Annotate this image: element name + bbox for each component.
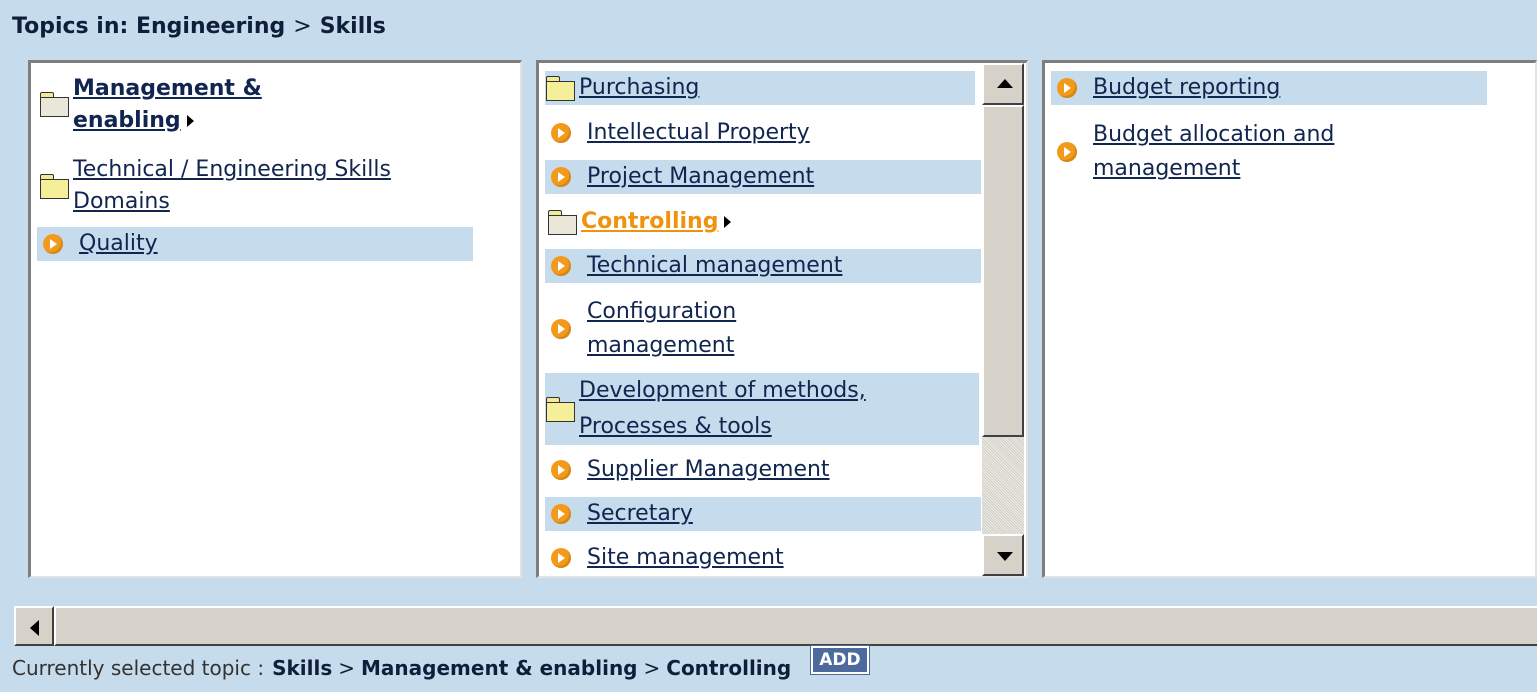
scroll-up-button[interactable] <box>982 63 1024 105</box>
arrow-circle-icon <box>551 460 571 480</box>
arrow-circle-icon <box>43 234 63 254</box>
path-skills: Skills <box>272 656 333 680</box>
topic-column-1[interactable]: Management & enabling Technical / Engine… <box>28 60 522 578</box>
topic-item-project-management[interactable]: Project Management <box>545 160 981 194</box>
topic-item-secretary[interactable]: Secretary <box>545 497 981 531</box>
footer-prefix: Currently selected topic : <box>12 656 265 680</box>
arrow-circle-icon <box>1057 78 1077 98</box>
folder-open-icon <box>547 209 577 235</box>
arrow-circle-icon <box>551 167 571 187</box>
topic-link-site-management[interactable]: Site management <box>587 541 784 575</box>
topic-link-management-enabling[interactable]: Management & enabling <box>73 76 262 133</box>
crumb-engineering: Engineering <box>135 14 286 39</box>
horizontal-scroll-thumb[interactable] <box>54 606 1537 646</box>
expand-caret-icon <box>186 115 194 127</box>
scroll-thumb[interactable] <box>982 105 1024 437</box>
arrow-circle-icon <box>551 256 571 276</box>
expand-caret-icon <box>724 216 732 228</box>
topic-item-intellectual-property[interactable]: Intellectual Property <box>547 116 977 150</box>
topic-column-2[interactable]: Purchasing Intellectual Property Project… <box>536 60 1028 578</box>
topic-link-purchasing[interactable]: Purchasing <box>579 71 699 105</box>
topic-column-3[interactable]: Budget reporting Budget allocation and m… <box>1042 60 1537 578</box>
selected-topic-footer: Currently selected topic : Skills > Manage… <box>12 645 870 682</box>
topic-item-budget-reporting[interactable]: Budget reporting <box>1051 71 1487 105</box>
arrow-up-icon <box>997 79 1013 88</box>
arrow-left-icon <box>30 620 39 636</box>
topic-link-intellectual-property[interactable]: Intellectual Property <box>587 116 810 150</box>
topic-link-budget-allocation[interactable]: Budget allocation and management <box>1093 122 1334 181</box>
topic-item-budget-allocation[interactable]: Budget allocation and management <box>1053 118 1493 186</box>
folder-icon <box>545 75 575 101</box>
arrow-circle-icon <box>551 548 571 568</box>
path-separator: > <box>338 656 356 680</box>
topic-link-secretary[interactable]: Secretary <box>587 497 693 531</box>
add-button[interactable]: ADD <box>810 645 870 675</box>
topic-link-controlling[interactable]: Controlling <box>581 205 718 239</box>
arrow-circle-icon <box>551 123 571 143</box>
topic-item-supplier-management[interactable]: Supplier Management <box>547 453 977 487</box>
folder-icon <box>39 173 69 199</box>
topic-item-technical-engineering[interactable]: Technical / Engineering Skills Domains <box>39 154 469 218</box>
topic-link-quality[interactable]: Quality <box>79 227 158 261</box>
arrow-circle-icon <box>551 319 571 339</box>
path-management-enabling: Management & enabling <box>361 656 638 680</box>
horizontal-scrollbar[interactable] <box>14 606 1537 646</box>
topic-link-technical-management[interactable]: Technical management <box>587 249 842 283</box>
vertical-scrollbar[interactable] <box>982 63 1024 576</box>
scroll-down-button[interactable] <box>982 534 1024 576</box>
path-separator: > <box>643 656 661 680</box>
breadcrumb-header: Topics in: Engineering > Skills <box>12 14 386 39</box>
topic-item-development-methods[interactable]: Development of methods, Processes & tool… <box>545 373 979 445</box>
topic-item-technical-management[interactable]: Technical management <box>545 249 981 283</box>
arrow-circle-icon <box>1057 142 1077 162</box>
topic-link-project-management[interactable]: Project Management <box>587 160 814 194</box>
scroll-left-button[interactable] <box>14 606 54 646</box>
selected-topic-path: Skills > Management & enabling > Controlling <box>272 656 791 680</box>
topic-link-development-methods[interactable]: Development of methods, Processes & tool… <box>579 378 866 439</box>
arrow-down-icon <box>997 552 1013 561</box>
topic-item-purchasing[interactable]: Purchasing <box>545 71 975 105</box>
crumb-skills: Skills <box>319 14 386 39</box>
topic-item-controlling[interactable]: Controlling <box>547 205 977 239</box>
topic-link-configuration-management[interactable]: Configuration management <box>587 299 736 358</box>
topic-item-configuration-management[interactable]: Configuration management <box>547 295 977 363</box>
topic-item-site-management[interactable]: Site management <box>547 541 977 575</box>
folder-open-icon <box>39 91 69 117</box>
topic-link-budget-reporting[interactable]: Budget reporting <box>1093 71 1280 105</box>
topic-item-quality[interactable]: Quality <box>37 227 473 261</box>
topic-item-management-enabling[interactable]: Management & enabling <box>39 73 469 137</box>
crumb-separator: > <box>293 14 312 39</box>
topic-link-supplier-management[interactable]: Supplier Management <box>587 453 830 487</box>
header-prefix: Topics in: <box>12 14 129 39</box>
arrow-circle-icon <box>551 504 571 524</box>
folder-icon <box>545 396 575 422</box>
path-controlling: Controlling <box>666 656 792 680</box>
topic-link-technical-engineering[interactable]: Technical / Engineering Skills Domains <box>73 157 391 214</box>
